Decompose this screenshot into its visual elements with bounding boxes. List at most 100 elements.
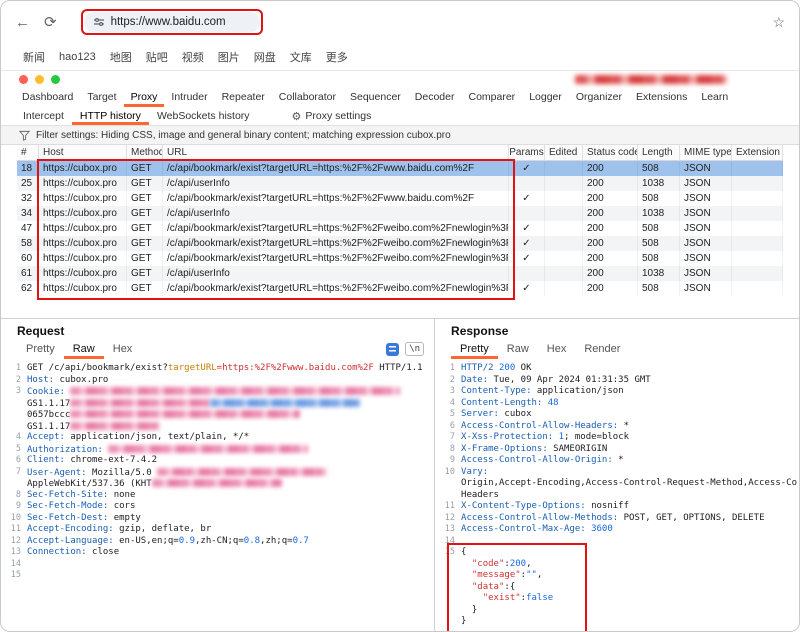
- gear-icon: ⚙: [292, 110, 302, 123]
- redacted-text: [157, 468, 327, 476]
- line-number: [439, 570, 455, 582]
- table-row[interactable]: 47https://cubox.proGET/c/api/bookmark/ex…: [17, 221, 783, 236]
- tab-hex[interactable]: Hex: [104, 339, 142, 359]
- response-editor[interactable]: 1HTTP/2 200 OK2Date: Tue, 09 Apr 2024 01…: [435, 359, 799, 632]
- tab-learn[interactable]: Learn: [694, 88, 735, 107]
- tab-proxy[interactable]: Proxy: [124, 88, 165, 107]
- cell-length: 1038: [638, 176, 680, 191]
- column-header-url[interactable]: URL: [163, 145, 509, 161]
- table-row[interactable]: 62https://cubox.proGET/c/api/bookmark/ex…: [17, 281, 783, 296]
- table-row[interactable]: 25https://cubox.proGET/c/api/userInfo200…: [17, 176, 783, 191]
- url-bar[interactable]: https://www.baidu.com: [84, 12, 260, 32]
- line-number: 12: [439, 513, 455, 525]
- line-number: [5, 398, 21, 410]
- editor-menu-icon[interactable]: [386, 343, 399, 356]
- cell-length: 1038: [638, 206, 680, 221]
- bookmark-item--[interactable]: 网盘: [254, 49, 276, 65]
- tab-raw[interactable]: Raw: [64, 339, 104, 359]
- tab-decoder[interactable]: Decoder: [408, 88, 462, 107]
- burp-titlebar: [1, 71, 799, 88]
- bookmark-item--[interactable]: 视频: [182, 49, 204, 65]
- tab-pretty[interactable]: Pretty: [451, 339, 498, 359]
- table-row[interactable]: 32https://cubox.proGET/c/api/bookmark/ex…: [17, 191, 783, 206]
- tab-proxy-settings[interactable]: ⚙ Proxy settings: [292, 107, 372, 125]
- tab-comparer[interactable]: Comparer: [462, 88, 523, 107]
- code-line: 14: [439, 536, 797, 548]
- back-icon[interactable]: ←: [15, 15, 30, 30]
- table-row[interactable]: 61https://cubox.proGET/c/api/userInfo200…: [17, 266, 783, 281]
- column-header-params[interactable]: Params: [509, 145, 545, 161]
- line-number: 4: [439, 398, 455, 410]
- cell-params: [509, 176, 545, 191]
- tab-logger[interactable]: Logger: [522, 88, 569, 107]
- reload-icon[interactable]: ⟳: [44, 15, 57, 30]
- cell-status: 200: [583, 281, 638, 296]
- tab-intruder[interactable]: Intruder: [164, 88, 214, 107]
- filter-settings-bar[interactable]: Filter settings: Hiding CSS, image and g…: [1, 126, 799, 145]
- column-header-mime-type[interactable]: MIME type: [680, 145, 732, 161]
- cell-edited: [545, 251, 583, 266]
- table-row[interactable]: 34https://cubox.proGET/c/api/userInfo200…: [17, 206, 783, 221]
- column-header-host[interactable]: Host: [39, 145, 127, 161]
- cell-length: 508: [638, 236, 680, 251]
- cell-method: GET: [127, 206, 163, 221]
- code-line: }: [439, 616, 797, 628]
- close-window-button[interactable]: [19, 75, 28, 84]
- cell-length: 508: [638, 251, 680, 266]
- tab-extensions[interactable]: Extensions: [629, 88, 694, 107]
- cell-status: 200: [583, 221, 638, 236]
- bookmark-star-icon[interactable]: ☆: [772, 15, 785, 29]
- cell-method: GET: [127, 251, 163, 266]
- code-line: 1HTTP/2 200 OK: [439, 363, 797, 375]
- column-header-status-code[interactable]: Status code: [583, 145, 638, 161]
- tab-collaborator[interactable]: Collaborator: [272, 88, 343, 107]
- tab-pretty[interactable]: Pretty: [17, 339, 64, 359]
- newline-toggle[interactable]: \n: [405, 342, 424, 356]
- bookmark-item--[interactable]: 文库: [290, 49, 312, 65]
- column-header-length[interactable]: Length: [638, 145, 680, 161]
- cell-mime: JSON: [680, 266, 732, 281]
- tab-target[interactable]: Target: [80, 88, 123, 107]
- tab-sequencer[interactable]: Sequencer: [343, 88, 408, 107]
- tab-websockets-history[interactable]: WebSockets history: [149, 107, 258, 125]
- tab-intercept[interactable]: Intercept: [15, 107, 72, 125]
- table-row[interactable]: 60https://cubox.proGET/c/api/bookmark/ex…: [17, 251, 783, 266]
- cell-status: 200: [583, 176, 638, 191]
- line-number: 1: [439, 363, 455, 375]
- column-header-extension[interactable]: Extension: [732, 145, 783, 161]
- minimize-window-button[interactable]: [35, 75, 44, 84]
- code-line: 9Access-Control-Allow-Origin: *: [439, 455, 797, 467]
- bookmark-item--[interactable]: 地图: [110, 49, 132, 65]
- tab-render[interactable]: Render: [575, 339, 629, 359]
- bookmark-item-hao123[interactable]: hao123: [59, 51, 96, 63]
- maximize-window-button[interactable]: [51, 75, 60, 84]
- line-number: 5: [439, 409, 455, 421]
- request-editor[interactable]: 1GET /c/api/bookmark/exist?targetURL=htt…: [1, 359, 434, 632]
- cell-ext: [732, 176, 783, 191]
- line-number: 13: [5, 547, 21, 559]
- redacted-text: [70, 410, 300, 418]
- line-number: 2: [439, 375, 455, 387]
- tab-hex[interactable]: Hex: [538, 339, 576, 359]
- code-line: 6Access-Control-Allow-Headers: *: [439, 421, 797, 433]
- cell-host: https://cubox.pro: [39, 161, 127, 176]
- line-number: 4: [5, 432, 21, 444]
- bookmark-item--[interactable]: 贴吧: [146, 49, 168, 65]
- table-row[interactable]: 58https://cubox.proGET/c/api/bookmark/ex…: [17, 236, 783, 251]
- column-header--[interactable]: #: [17, 145, 39, 161]
- line-number: 9: [5, 501, 21, 513]
- column-header-method[interactable]: Method: [127, 145, 163, 161]
- bookmark-item--[interactable]: 新闻: [23, 49, 45, 65]
- tab-dashboard[interactable]: Dashboard: [15, 88, 80, 107]
- message-editors: Request PrettyRawHex \n 1GET /c/api/book…: [1, 318, 799, 632]
- bookmark-item--[interactable]: 更多: [326, 49, 348, 65]
- column-header-edited[interactable]: Edited: [545, 145, 583, 161]
- tab-repeater[interactable]: Repeater: [215, 88, 272, 107]
- cell-edited: [545, 176, 583, 191]
- tab-http-history[interactable]: HTTP history: [72, 107, 149, 125]
- table-row[interactable]: 18https://cubox.proGET/c/api/bookmark/ex…: [17, 161, 783, 176]
- tab-organizer[interactable]: Organizer: [569, 88, 629, 107]
- bookmark-item--[interactable]: 图片: [218, 49, 240, 65]
- cell-host: https://cubox.pro: [39, 266, 127, 281]
- tab-raw[interactable]: Raw: [498, 339, 538, 359]
